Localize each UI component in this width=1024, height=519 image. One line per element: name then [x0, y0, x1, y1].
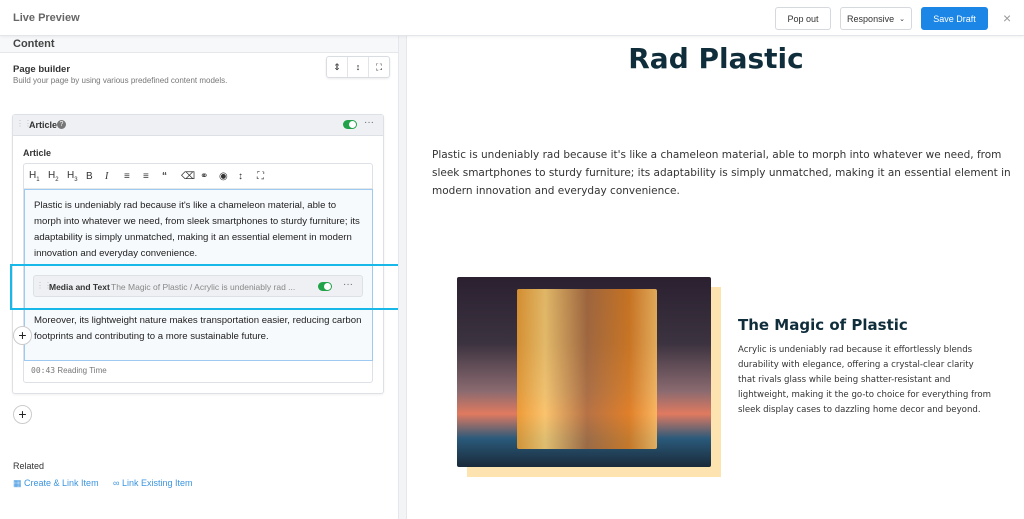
view-controls: ⇕ ↕ ⛶	[326, 56, 390, 78]
media-and-text-embed[interactable]: ⋮⋮ Media and Text The Magic of Plastic /…	[33, 275, 363, 297]
heading2-button[interactable]: H2	[48, 170, 67, 183]
responsive-dropdown[interactable]: Responsive ⌄	[840, 7, 912, 30]
heading1-button[interactable]: H1	[29, 170, 48, 183]
bulleted-list-icon[interactable]: ≡	[124, 171, 143, 182]
eraser-icon[interactable]: ⌫	[181, 171, 200, 182]
more-options-icon[interactable]: ···	[343, 279, 353, 290]
document-icon: ▦	[13, 478, 22, 488]
link-icon[interactable]: ⚭	[200, 171, 219, 182]
panel-resizer[interactable]	[398, 36, 407, 519]
embed-type: Media and Text	[49, 282, 110, 292]
link-existing-item-link[interactable]: ∞ Link Existing Item	[113, 478, 192, 488]
related-label: Related	[13, 461, 45, 471]
expand-all-icon[interactable]: ⇕	[327, 57, 348, 77]
add-block-button[interactable]: +	[13, 405, 32, 424]
bold-button[interactable]: B	[86, 171, 105, 182]
window-title: Live Preview	[13, 12, 80, 24]
fullscreen-editor-icon[interactable]: ⛶	[257, 171, 276, 182]
block-toggle[interactable]	[343, 120, 357, 129]
paragraph-2[interactable]: Moreover, its lightweight nature makes t…	[34, 313, 364, 345]
acrylic-image	[457, 277, 711, 467]
preview-title: Rad Plastic	[628, 42, 804, 75]
page-builder-description: Build your page by using various predefi…	[13, 76, 228, 85]
more-options-icon[interactable]: ···	[364, 117, 374, 128]
editor-panel: Content Page builder Build your page by …	[0, 36, 398, 519]
live-preview-panel: Rad Plastic Plastic is undeniably rad be…	[408, 36, 1024, 519]
link-icon: ∞	[113, 478, 120, 488]
media-text: Acrylic is undeniably rad because it eff…	[738, 345, 991, 415]
fullscreen-icon[interactable]: ⛶	[369, 57, 389, 77]
section-title: Content	[13, 38, 55, 50]
line-height-icon[interactable]: ↕	[238, 171, 257, 182]
create-link-item-link[interactable]: ▦ Create & Link Item	[13, 478, 99, 489]
heading3-button[interactable]: H3	[67, 170, 86, 183]
close-icon[interactable]: ×	[1003, 10, 1011, 26]
embed-summary: The Magic of Plastic / Acrylic is undeni…	[111, 282, 296, 292]
page-builder-label: Page builder	[13, 64, 71, 75]
editor-toolbar: H1 H2 H3 B I ≡ ≡ “ ⌫ ⚭ ◉ ↕ ⛶	[24, 164, 372, 189]
preview-paragraph: Plastic is undeniably rad because it's l…	[432, 149, 1011, 197]
chevron-down-icon: ⌄	[899, 15, 905, 23]
quote-icon[interactable]: “	[162, 171, 181, 182]
save-draft-button[interactable]: Save Draft	[921, 7, 988, 30]
top-bar: Live Preview Pop out Responsive ⌄ Save Dr…	[0, 0, 1024, 36]
media-heading: The Magic of Plastic	[738, 316, 908, 334]
italic-button[interactable]: I	[105, 171, 124, 182]
reading-time: 00:43 Reading Time	[31, 366, 107, 375]
help-icon[interactable]: ?	[57, 120, 66, 129]
section-header	[0, 36, 398, 53]
pop-out-button[interactable]: Pop out	[775, 7, 831, 30]
embed-icon[interactable]: ◉	[219, 171, 238, 182]
paragraph-1[interactable]: Plastic is undeniably rad because it's l…	[34, 198, 364, 262]
collapse-all-icon[interactable]: ↕	[348, 57, 369, 77]
numbered-list-icon[interactable]: ≡	[143, 171, 162, 182]
inline-add-button[interactable]: +	[13, 326, 32, 345]
responsive-label: Responsive	[847, 13, 895, 24]
block-title: Article	[29, 120, 58, 130]
embed-toggle[interactable]	[318, 282, 332, 291]
field-label: Article	[23, 148, 52, 158]
